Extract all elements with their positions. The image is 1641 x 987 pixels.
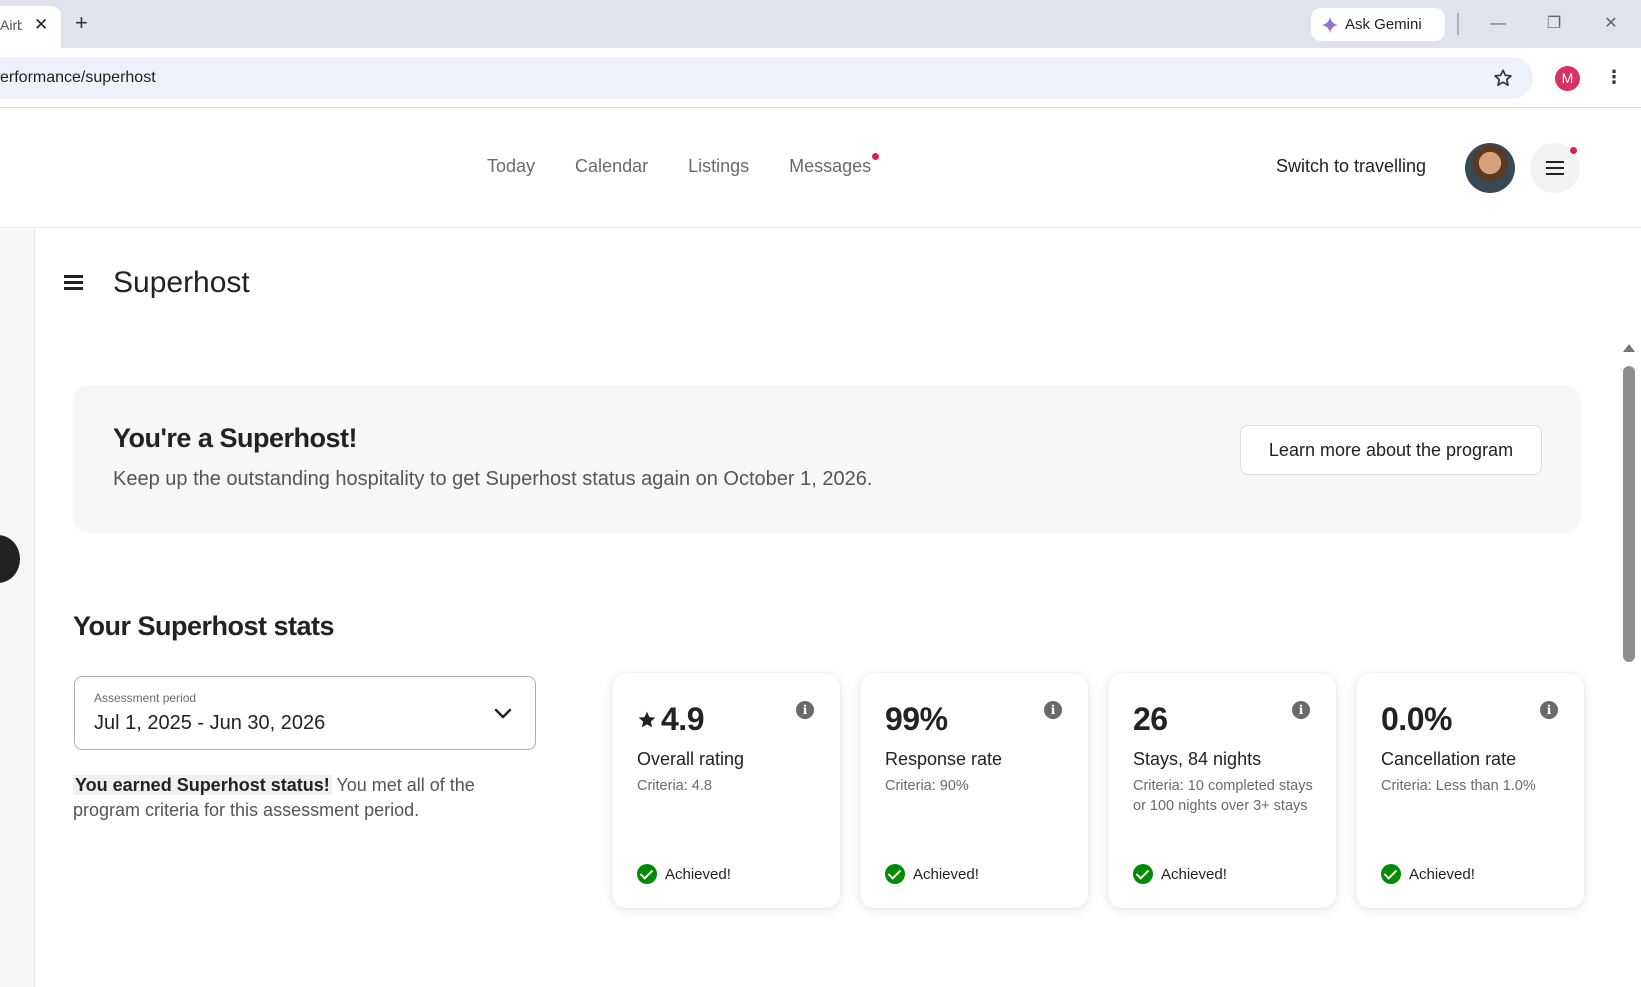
info-icon[interactable]: i (1044, 701, 1062, 719)
panel-toggle-handle[interactable] (0, 535, 20, 583)
restore-icon[interactable]: ❐ (1540, 10, 1568, 38)
close-window-icon[interactable]: ✕ (1597, 10, 1625, 38)
scroll-up-arrow-icon[interactable] (1623, 344, 1635, 352)
achieved-status: Achieved! (885, 864, 979, 884)
nav-messages[interactable]: Messages (789, 153, 880, 177)
achieved-status: Achieved! (637, 864, 731, 884)
achieved-label: Achieved! (665, 865, 731, 883)
switch-to-travelling-link[interactable]: Switch to travelling (1276, 156, 1426, 177)
achieved-status: Achieved! (1133, 864, 1227, 884)
stat-card-cancellation-rate: 0.0% i Cancellation rate Criteria: Less … (1356, 673, 1584, 908)
browser-tab[interactable]: Airb ✕ (0, 6, 61, 48)
new-tab-button[interactable]: + (75, 12, 88, 34)
hamburger-icon (1546, 161, 1564, 175)
ask-gemini-button[interactable]: Ask Gemini (1311, 8, 1445, 41)
stat-value: 99% (885, 701, 948, 738)
assessment-period-select[interactable]: Assessment period Jul 1, 2025 - Jun 30, … (74, 676, 536, 750)
info-icon[interactable]: i (1292, 701, 1310, 719)
info-icon[interactable]: i (796, 701, 814, 719)
stat-card-stays: 26 i Stays, 84 nights Criteria: 10 compl… (1108, 673, 1336, 908)
browser-menu-icon[interactable]: ⋮ (1605, 64, 1623, 90)
tab-title: Airb (0, 17, 22, 33)
superhost-banner: You're a Superhost! Keep up the outstand… (73, 385, 1581, 533)
stat-card-overall-rating: 4.9 i Overall rating Criteria: 4.8 Achie… (612, 673, 840, 908)
stat-value-text: 4.9 (661, 701, 704, 737)
nav-listings[interactable]: Listings (688, 156, 749, 177)
nav-today[interactable]: Today (487, 156, 535, 177)
stat-name: Stays, 84 nights (1133, 749, 1262, 769)
achieved-label: Achieved! (1409, 865, 1475, 883)
page-menu-icon[interactable] (64, 275, 84, 291)
host-nav: Today Calendar Listings Messages (487, 153, 911, 177)
achieved-label: Achieved! (913, 865, 979, 883)
stat-value-text: 99% (885, 701, 948, 737)
stat-criteria: Criteria: Less than 1.0% (1381, 778, 1536, 794)
learn-more-button[interactable]: Learn more about the program (1240, 425, 1542, 475)
achieved-label: Achieved! (1161, 865, 1227, 883)
tab-close-icon[interactable]: ✕ (34, 15, 48, 35)
check-circle-icon (1381, 864, 1401, 884)
tabstrip-divider (1457, 13, 1459, 35)
browser-tabstrip: Airb ✕ + Ask Gemini — ❐ ✕ (0, 0, 1641, 48)
stat-value: 4.9 (637, 701, 704, 738)
stat-criteria: Criteria: 4.8 (637, 778, 712, 794)
stat-value-text: 26 (1133, 701, 1168, 737)
stat-value: 0.0% (1381, 701, 1452, 738)
stat-criteria: Criteria: 90% (885, 778, 969, 794)
address-bar[interactable]: erformance/superhost (0, 57, 1533, 99)
nav-calendar[interactable]: Calendar (575, 156, 648, 177)
unread-dot-icon (872, 153, 880, 160)
stat-name: Response rate (885, 749, 1003, 769)
achieved-status: Achieved! (1381, 864, 1475, 884)
check-circle-icon (637, 864, 657, 884)
assessment-period-value: Jul 1, 2025 - Jun 30, 2026 (94, 712, 326, 734)
nav-messages-label: Messages (789, 156, 872, 176)
stat-name: Cancellation rate (1381, 749, 1517, 769)
star-icon (638, 711, 656, 727)
avatar[interactable] (1465, 143, 1515, 193)
main-menu-button[interactable] (1530, 143, 1580, 193)
check-circle-icon (1133, 864, 1153, 884)
status-strong: You earned Superhost status! (73, 775, 332, 795)
assessment-period-label: Assessment period (94, 691, 197, 705)
minimize-icon[interactable]: — (1484, 10, 1512, 38)
browser-toolbar: erformance/superhost M ⋮ (0, 48, 1641, 108)
page-title: Superhost (113, 266, 250, 299)
scrollbar-thumb[interactable] (1623, 366, 1635, 662)
chevron-down-icon (494, 708, 512, 719)
url-text[interactable]: erformance/superhost (0, 69, 156, 87)
info-icon[interactable]: i (1540, 701, 1558, 719)
stats-heading: Your Superhost stats (73, 611, 335, 641)
notification-dot-icon (1569, 146, 1578, 155)
bookmark-star-icon[interactable] (1492, 67, 1514, 89)
side-panel (0, 229, 35, 987)
stat-card-response-rate: 99% i Response rate Criteria: 90% Achiev… (860, 673, 1088, 908)
profile-avatar[interactable]: M (1555, 66, 1580, 91)
superhost-status-text: You earned Superhost status! You met all… (73, 773, 493, 823)
stat-criteria: Criteria: 10 completed stays or 100 nigh… (1133, 778, 1313, 814)
ask-gemini-label: Ask Gemini (1345, 16, 1422, 33)
banner-text: Keep up the outstanding hospitality to g… (113, 468, 873, 490)
gemini-icon (1321, 16, 1339, 33)
stat-value: 26 (1133, 701, 1168, 738)
stat-name: Overall rating (637, 749, 745, 769)
banner-title: You're a Superhost! (113, 423, 357, 453)
stat-value-text: 0.0% (1381, 701, 1452, 737)
check-circle-icon (885, 864, 905, 884)
site-header: Today Calendar Listings Messages Switch … (0, 109, 1641, 228)
